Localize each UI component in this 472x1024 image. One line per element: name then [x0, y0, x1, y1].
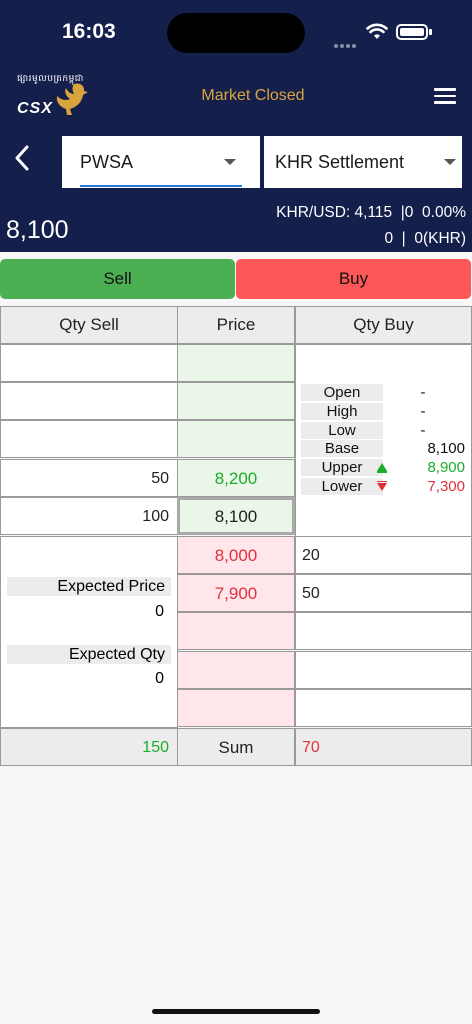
logo-csx-text: CSX	[17, 100, 53, 117]
battery-icon	[396, 24, 428, 40]
menu-icon[interactable]	[434, 88, 456, 104]
buy-button[interactable]: Buy	[236, 259, 471, 299]
header-qty-buy: Qty Buy	[295, 306, 472, 344]
fx-rate-line: KHR/USD: 4,115 |0 0.00%	[276, 204, 466, 221]
battery-nub	[429, 29, 432, 35]
ask-price-3[interactable]	[177, 420, 295, 458]
symbol-value: PWSA	[80, 152, 134, 172]
wifi-icon	[366, 23, 388, 39]
chevron-down-icon	[444, 159, 456, 165]
expected-qty-value: 0	[155, 670, 164, 687]
status-time: 16:03	[62, 20, 116, 43]
ask-qty-3	[0, 420, 178, 458]
lower-value: 7,300	[427, 477, 465, 495]
bid-price-1[interactable]: 8,000	[177, 536, 295, 574]
bid-price-2[interactable]: 7,900	[177, 574, 295, 612]
ask-qty-5: 100	[0, 497, 178, 535]
upper-label: Upper	[301, 459, 383, 477]
last-price: 8,100	[6, 216, 69, 244]
sum-buy-qty: 70	[295, 728, 472, 766]
home-indicator[interactable]	[152, 1009, 320, 1014]
market-status-label: Market Closed	[201, 87, 305, 104]
low-value: -	[420, 421, 426, 439]
bid-qty-2: 50	[295, 574, 472, 612]
open-value: -	[420, 384, 426, 401]
sum-label: Sum	[177, 728, 295, 766]
bid-qty-1: 20	[295, 536, 472, 574]
focus-underline	[80, 185, 242, 187]
back-arrow-icon[interactable]	[14, 145, 30, 171]
expected-panel	[0, 536, 178, 728]
header-price: Price	[177, 306, 295, 344]
ask-price-1[interactable]	[177, 344, 295, 382]
sum-sell-qty: 150	[0, 728, 178, 766]
open-label: Open	[301, 384, 383, 401]
base-value: 8,100	[427, 440, 465, 458]
expected-qty-label: Expected Qty	[7, 645, 171, 664]
symbol-dropdown[interactable]: PWSA	[62, 136, 260, 188]
header-qty-sell: Qty Sell	[0, 306, 178, 344]
expected-price-value: 0	[155, 603, 164, 620]
bid-qty-3	[295, 612, 472, 650]
base-label: Base	[301, 440, 383, 458]
app-header: 16:03 ផ្សារមូលបត្រកម្ពុជា CSX Market Clo…	[0, 0, 472, 252]
low-label: Low	[301, 421, 383, 439]
ask-qty-2	[0, 382, 178, 420]
ask-qty-4: 50	[0, 459, 178, 497]
expected-price-label: Expected Price	[7, 577, 171, 596]
bid-price-3[interactable]	[177, 612, 295, 650]
dynamic-island	[167, 13, 305, 53]
ask-price-5-current[interactable]: 8,100	[177, 497, 295, 535]
high-value: -	[420, 402, 426, 420]
bid-qty-4	[295, 651, 472, 689]
cellular-signal-icon	[334, 35, 358, 53]
rooster-logo-icon	[56, 83, 88, 115]
sell-button[interactable]: Sell	[0, 259, 235, 299]
ask-price-2[interactable]	[177, 382, 295, 420]
settlement-dropdown[interactable]: KHR Settlement	[264, 136, 462, 188]
bid-price-4[interactable]	[177, 651, 295, 689]
high-label: High	[301, 402, 383, 420]
lower-label: Lower	[301, 477, 383, 495]
ask-price-4[interactable]: 8,200	[177, 459, 295, 497]
price-change-line: 0 | 0(KHR)	[384, 230, 466, 247]
settlement-value: KHR Settlement	[275, 152, 405, 172]
bid-price-5[interactable]	[177, 689, 295, 727]
chevron-down-icon	[224, 159, 236, 165]
upper-value: 8,900	[427, 459, 465, 477]
ask-qty-1	[0, 344, 178, 382]
bid-qty-5	[295, 689, 472, 727]
